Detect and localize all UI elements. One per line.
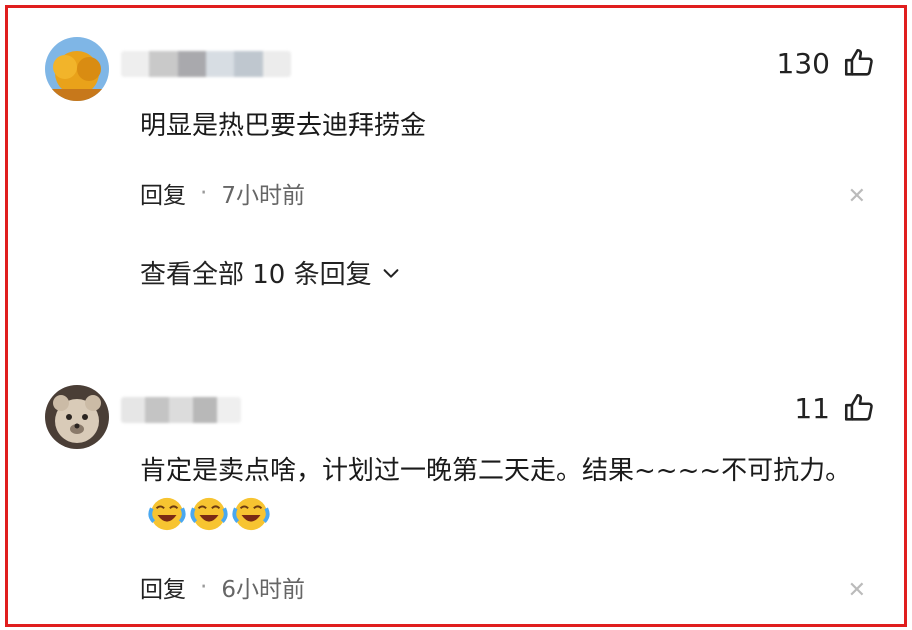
view-all-replies-button[interactable]: 查看全部 10 条回复 xyxy=(140,254,402,291)
like-button[interactable]: 11 xyxy=(794,391,876,425)
comment-time: 7小时前 xyxy=(221,183,305,209)
view-all-label: 查看全部 10 条回复 xyxy=(140,260,372,290)
comment-time: 6小时前 xyxy=(221,577,305,603)
username-blurred[interactable] xyxy=(121,51,291,77)
comment-item: 11 肯定是卖点啥，计划过一晚第二天走。结果~~~~不可抗力。 回复 · 6小时… xyxy=(8,360,904,624)
laughing-crying-emoji-icon xyxy=(232,497,270,530)
comment-text: 肯定是卖点啥，计划过一晚第二天走。结果~~~~不可抗力。 xyxy=(140,450,864,534)
close-icon[interactable]: ✕ xyxy=(848,186,866,208)
laughing-crying-emoji-icon xyxy=(148,497,186,530)
comment-text-content: 肯定是卖点啥，计划过一晚第二天走。结果~~~~不可抗力。 xyxy=(140,456,852,486)
emoji-group xyxy=(148,495,270,533)
thumbs-up-icon xyxy=(844,393,873,421)
comment-meta: 回复 · 7小时前 xyxy=(140,176,305,210)
chevron-down-icon xyxy=(383,268,399,278)
screenshot-frame: 130 明显是热巴要去迪拜捞金 回复 · 7小时前 ✕ 查看全部 10 条回复 xyxy=(5,5,907,627)
username-blurred[interactable] xyxy=(121,397,241,423)
meta-separator: · xyxy=(200,574,208,600)
like-count: 130 xyxy=(776,46,830,80)
like-count: 11 xyxy=(794,391,830,425)
comment-text: 明显是热巴要去迪拜捞金 xyxy=(140,111,427,141)
close-icon[interactable]: ✕ xyxy=(848,580,866,602)
meta-separator: · xyxy=(200,180,208,206)
like-button[interactable]: 130 xyxy=(777,46,876,80)
avatar[interactable] xyxy=(45,385,109,449)
laughing-crying-emoji-icon xyxy=(190,497,228,530)
avatar[interactable] xyxy=(45,37,109,101)
comment-item: 130 明显是热巴要去迪拜捞金 回复 · 7小时前 ✕ 查看全部 10 条回复 xyxy=(8,8,904,338)
thumbs-up-icon xyxy=(844,48,873,76)
comment-meta: 回复 · 6小时前 xyxy=(140,570,305,604)
reply-button[interactable]: 回复 xyxy=(140,570,186,604)
reply-button[interactable]: 回复 xyxy=(140,176,186,210)
